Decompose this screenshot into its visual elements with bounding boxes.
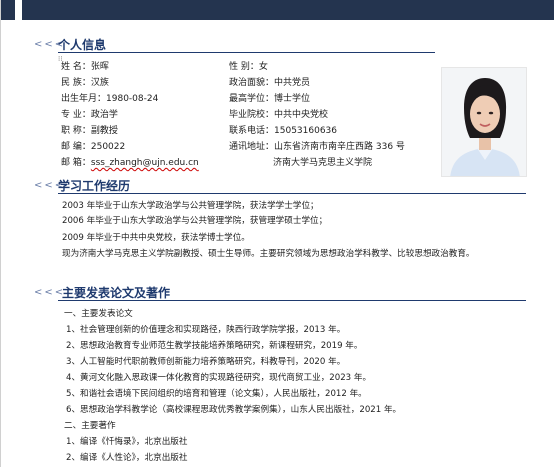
field-title: 职 称：副教授: [61, 126, 118, 136]
paper-item: 4、黄河文化融入思政课一体化教育的实现路径研究，现代商贸工业，2023 年。: [66, 373, 372, 383]
paper-item: 5、和谐社会语境下民间组织的培育和管理（论文集），人民出版社，2012 年。: [66, 389, 367, 399]
field-email: 邮 箱：sss_zhangh@ujn.edu.cn: [61, 158, 199, 168]
experience-item: 2003 年毕业于山东大学政治学与公共管理学院，获法学学士学位；: [62, 201, 319, 211]
chevron-left-icon: <<<: [34, 286, 66, 298]
section-experience-header: <<< 学习工作经历: [34, 176, 130, 194]
field-party: 政治面貌：中共党员: [229, 78, 311, 88]
paper-item: 2、思想政治教育专业师范生教学技能培养策略研究，新课程研究，2019 年。: [66, 341, 363, 351]
section-title-personal: 个人信息: [58, 37, 107, 52]
section-papers-header: <<< 主要发表论文及著作: [34, 283, 170, 301]
field-birth: 出生年月：1980-08-24: [61, 94, 159, 104]
field-address-line2: 济南大学马克思主义学院: [273, 158, 373, 168]
papers-subheading: 一、主要发表论文: [64, 309, 133, 319]
chevron-left-icon: <<<: [34, 38, 66, 50]
field-name: 姓 名：张晖: [61, 62, 109, 72]
field-gender: 性 别：女: [229, 62, 268, 72]
paper-item: 1、社会管理创新的价值理念和实现路径，陕西行政学院学报，2013 年。: [66, 325, 346, 335]
section-divider: [58, 300, 526, 301]
section-title-papers: 主要发表论文及著作: [62, 285, 171, 300]
resume-page: <<< 个人信息 ⁞⁞ 姓 名：张晖 民 族：汉族 出生年月：1980-08-2…: [0, 0, 554, 467]
field-phone: 联系电话：15053160636: [229, 126, 338, 136]
experience-item: 现为济南大学马克思主义学院副教授、硕士生导师。主要研究领域为思想政治学科教学、比…: [62, 249, 475, 259]
section-divider: [58, 193, 526, 194]
book-item: 1、编译《忏悔录》，北京出版社: [66, 437, 188, 447]
field-school: 毕业院校：中共中央党校: [229, 110, 329, 120]
section-personal-header: <<< 个人信息: [34, 35, 106, 53]
book-item: 2、编译《人性论》，北京出版社: [66, 453, 188, 463]
experience-item: 2006 年毕业于山东大学政治学与公共管理学院，获管理学硕士学位；: [62, 216, 328, 226]
field-degree: 最高学位：博士学位: [229, 94, 311, 104]
section-title-experience: 学习工作经历: [58, 178, 131, 193]
field-address: 通讯地址：山东省济南市南辛庄西路 336 号: [229, 142, 405, 152]
paper-item: 6、思想政治学科教学论（高校课程思政优秀教学案例集），山东人民出版社，2021 …: [66, 405, 402, 415]
field-ethnicity: 民 族：汉族: [61, 78, 109, 88]
section-divider: [58, 52, 435, 53]
field-postcode: 邮 编：250022: [61, 142, 126, 152]
top-banner: [1, 0, 554, 20]
papers-subheading: 二、主要著作: [64, 421, 116, 431]
email-link[interactable]: sss_zhangh@ujn.edu.cn: [91, 158, 199, 168]
chevron-left-icon: <<<: [34, 179, 66, 191]
field-major: 专 业：政治学: [61, 110, 118, 120]
paper-item: 3、人工智能时代职前教师创新能力培养策略研究，科教导刊，2020 年。: [66, 357, 346, 367]
experience-item: 2009 年毕业于中共中央党校，获法学博士学位。: [62, 233, 250, 243]
profile-photo: [441, 67, 527, 177]
